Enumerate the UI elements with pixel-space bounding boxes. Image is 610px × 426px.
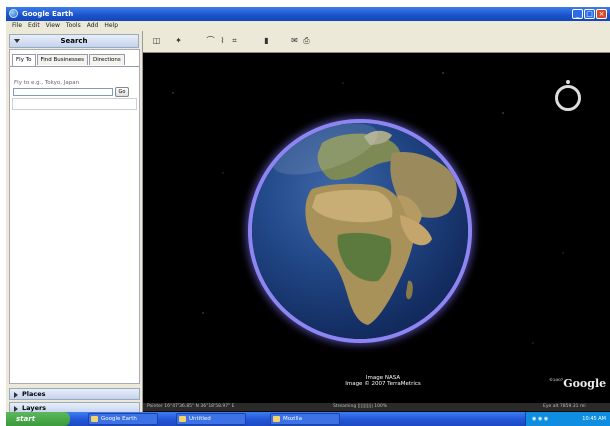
task-label: Untitled: [189, 416, 211, 422]
compass-icon[interactable]: [555, 85, 581, 111]
go-button[interactable]: Go: [115, 87, 129, 97]
imagery-attribution: Image NASA Image © 2007 TerraMetrics: [333, 375, 433, 387]
collapse-arrow-icon: [14, 39, 20, 43]
taskbar-item[interactable]: Mozilla: [270, 413, 340, 425]
print-icon[interactable]: ⎙: [301, 36, 312, 46]
status-bar: Pointer 16°47'36.85" N 36°18'58.97" E St…: [143, 403, 610, 411]
start-button[interactable]: start: [6, 412, 70, 426]
earth-globe: [252, 123, 468, 339]
search-tabs: Fly To Find Businesses Directions: [10, 50, 139, 67]
menu-tools[interactable]: Tools: [63, 21, 84, 31]
eye-altitude: Eye alt 7859.31 mi: [543, 404, 586, 409]
map-toolbar: ◫ ✦ ⌒ ⌇ ⌗ ▮ ✉ ⎙: [143, 31, 610, 53]
menu-help[interactable]: Help: [101, 21, 121, 31]
search-panel-header[interactable]: Search: [9, 34, 139, 48]
placemark-icon[interactable]: ✦: [173, 36, 184, 46]
menu-view[interactable]: View: [43, 21, 63, 31]
email-icon[interactable]: ✉: [289, 36, 300, 46]
minimize-button[interactable]: _: [572, 9, 583, 19]
tab-directions[interactable]: Directions: [89, 54, 125, 65]
menu-edit[interactable]: Edit: [25, 21, 43, 31]
fly-to-label: Fly to e.g., Tokyo, Japan: [14, 80, 80, 86]
globe[interactable]: [252, 123, 468, 339]
close-button[interactable]: ×: [596, 9, 607, 19]
taskbar-item[interactable]: Untitled: [176, 413, 246, 425]
tab-find-businesses[interactable]: Find Businesses: [36, 54, 89, 65]
window-icon: [91, 416, 98, 422]
window-controls: _ □ ×: [572, 9, 607, 19]
pointer-coordinates: Pointer 16°47'36.85" N 36°18'58.97" E: [147, 404, 235, 409]
path-icon[interactable]: ⌇: [217, 36, 228, 46]
fly-to-input[interactable]: [13, 88, 113, 96]
ruler-icon[interactable]: ▮: [261, 36, 272, 46]
earth-view[interactable]: Image NASA Image © 2007 TerraMetrics ©20…: [143, 53, 610, 403]
clock: 10:45 AM: [582, 416, 606, 422]
browser-icon: [273, 416, 280, 422]
tab-fly-to[interactable]: Fly To: [12, 54, 36, 66]
places-label: Places: [22, 390, 46, 398]
taskbar: start Google Earth Untitled Mozilla ◉ ◉ …: [6, 412, 610, 426]
google-logo: ©2007Google: [549, 377, 606, 390]
logo-prefix: ©2007: [549, 377, 564, 382]
task-label: Mozilla: [283, 416, 302, 422]
expand-arrow-icon: [14, 392, 18, 398]
menu-file[interactable]: File: [9, 21, 25, 31]
sidebar-toggle-icon[interactable]: ◫: [151, 36, 162, 46]
maximize-button[interactable]: □: [584, 9, 595, 19]
polygon-icon[interactable]: ⌒: [205, 36, 216, 46]
left-panel: Search Fly To Find Businesses Directions…: [6, 31, 143, 416]
layers-label: Layers: [22, 404, 47, 412]
search-panel: Fly To Find Businesses Directions Fly to…: [9, 49, 140, 400]
compass-north-marker[interactable]: [566, 80, 570, 84]
folder-icon: [179, 416, 186, 422]
google-earth-icon: [9, 9, 18, 18]
places-section-header[interactable]: Places: [9, 388, 140, 400]
fly-to-row: Go: [13, 87, 136, 97]
title-bar[interactable]: Google Earth _ □ ×: [6, 7, 610, 21]
streaming-status: Streaming |||||||||| 100%: [333, 404, 388, 409]
task-label: Google Earth: [101, 416, 137, 422]
system-tray: ◉ ◉ ◉ 10:45 AM: [525, 412, 610, 426]
logo-text: Google: [563, 377, 607, 390]
tray-icons[interactable]: ◉ ◉ ◉: [532, 412, 548, 426]
search-header-label: Search: [60, 37, 88, 45]
search-results[interactable]: [12, 98, 137, 110]
overlay-icon[interactable]: ⌗: [229, 36, 240, 46]
attribution-line-2: Image © 2007 TerraMetrics: [345, 381, 421, 387]
menu-add[interactable]: Add: [84, 21, 102, 31]
app-window: Google Earth _ □ × File Edit View Tools …: [6, 7, 610, 426]
window-title: Google Earth: [22, 10, 74, 18]
taskbar-item[interactable]: Google Earth: [88, 413, 158, 425]
menu-bar: File Edit View Tools Add Help: [6, 21, 610, 31]
